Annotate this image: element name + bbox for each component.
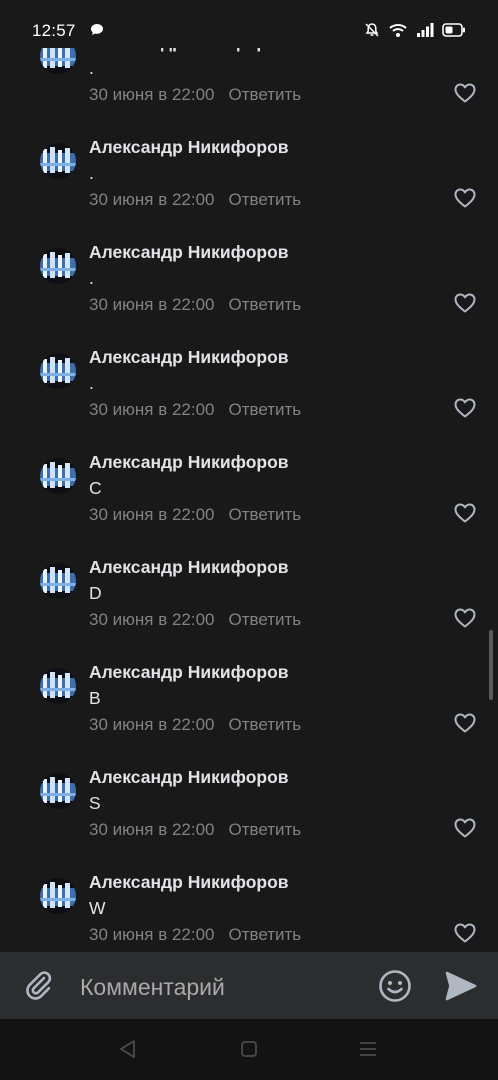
- bell-muted-icon: [364, 22, 380, 43]
- avatar[interactable]: [40, 248, 76, 284]
- comments-list[interactable]: Александр Никифоров . 30 июня в 22:00 Отв…: [0, 0, 498, 952]
- comment-meta: 30 июня в 22:00 Ответить: [89, 610, 301, 630]
- comment-text: D: [89, 583, 102, 603]
- comment-date: 30 июня в 22:00: [89, 715, 215, 734]
- comment-date: 30 июня в 22:00: [89, 295, 215, 314]
- screen: 12:57 Александр Никифоров . 30 июн: [0, 0, 498, 1080]
- comment-date: 30 июня в 22:00: [89, 400, 215, 419]
- chat-bubble-icon: [90, 23, 104, 41]
- comment-item: Александр Никифоров S 30 июня в 22:00 Отв…: [0, 767, 498, 878]
- like-heart-icon[interactable]: [454, 713, 476, 733]
- comment-meta: 30 июня в 22:00 Ответить: [89, 925, 301, 945]
- system-nav-bar: [0, 1019, 498, 1080]
- paperclip-icon[interactable]: [22, 968, 56, 1002]
- comment-text: W: [89, 898, 106, 918]
- comment-meta: 30 июня в 22:00 Ответить: [89, 190, 301, 210]
- comment-author[interactable]: Александр Никифоров: [89, 242, 289, 263]
- comment-author[interactable]: Александр Никифоров: [89, 662, 289, 683]
- avatar[interactable]: [40, 563, 76, 599]
- avatar[interactable]: [40, 143, 76, 179]
- comment-text: .: [89, 163, 94, 183]
- wifi-icon: [388, 22, 408, 43]
- comment-author[interactable]: Александр Никифоров: [89, 557, 289, 578]
- comment-meta: 30 июня в 22:00 Ответить: [89, 505, 301, 525]
- comment-meta: 30 июня в 22:00 Ответить: [89, 820, 301, 840]
- comment-meta: 30 июня в 22:00 Ответить: [89, 295, 301, 315]
- avatar[interactable]: [40, 773, 76, 809]
- comment-date: 30 июня в 22:00: [89, 925, 215, 944]
- comment-item: Александр Никифоров C 30 июня в 22:00 Отв…: [0, 452, 498, 563]
- like-heart-icon[interactable]: [454, 818, 476, 838]
- comment-item: Александр Никифоров . 30 июня в 22:00 Отв…: [0, 137, 498, 248]
- back-triangle-icon[interactable]: [118, 1039, 138, 1064]
- emoji-icon[interactable]: [378, 969, 412, 1003]
- reply-button[interactable]: Ответить: [229, 925, 302, 944]
- status-time: 12:57: [32, 21, 76, 40]
- comment-text: C: [89, 478, 102, 498]
- comment-date: 30 июня в 22:00: [89, 190, 215, 209]
- reply-button[interactable]: Ответить: [229, 400, 302, 419]
- reply-button[interactable]: Ответить: [229, 190, 302, 209]
- avatar[interactable]: [40, 458, 76, 494]
- comment-item: Александр Никифоров . 30 июня в 22:00 Отв…: [0, 347, 498, 458]
- comment-item: Александр Никифоров D 30 июня в 22:00 Отв…: [0, 557, 498, 668]
- comment-text: .: [89, 58, 94, 78]
- reply-button[interactable]: Ответить: [229, 505, 302, 524]
- status-bar: 12:57: [0, 0, 498, 48]
- send-icon[interactable]: [444, 970, 478, 1002]
- signal-icon: [416, 22, 434, 43]
- comment-item: Александр Никифоров W 30 июня в 22:00 Отв…: [0, 872, 498, 952]
- comment-meta: 30 июня в 22:00 Ответить: [89, 715, 301, 735]
- comment-text: .: [89, 268, 94, 288]
- like-heart-icon[interactable]: [454, 83, 476, 103]
- like-heart-icon[interactable]: [454, 188, 476, 208]
- comment-text: B: [89, 688, 101, 708]
- reply-button[interactable]: Ответить: [229, 295, 302, 314]
- like-heart-icon[interactable]: [454, 608, 476, 628]
- comment-text: S: [89, 793, 101, 813]
- like-heart-icon[interactable]: [454, 503, 476, 523]
- reply-button[interactable]: Ответить: [229, 820, 302, 839]
- comment-date: 30 июня в 22:00: [89, 610, 215, 629]
- avatar[interactable]: [40, 668, 76, 704]
- like-heart-icon[interactable]: [454, 923, 476, 943]
- comment-input[interactable]: [78, 966, 362, 1008]
- menu-lines-icon[interactable]: [358, 1041, 378, 1062]
- comment-author[interactable]: Александр Никифоров: [89, 872, 289, 893]
- comment-item: Александр Никифоров B 30 июня в 22:00 Отв…: [0, 662, 498, 773]
- scrollbar[interactable]: [489, 630, 493, 700]
- reply-button[interactable]: Ответить: [229, 715, 302, 734]
- comment-author[interactable]: Александр Никифоров: [89, 347, 289, 368]
- comment-meta: 30 июня в 22:00 Ответить: [89, 400, 301, 420]
- avatar[interactable]: [40, 353, 76, 389]
- comment-author[interactable]: Александр Никифоров: [89, 452, 289, 473]
- comment-date: 30 июня в 22:00: [89, 85, 215, 104]
- comment-author[interactable]: Александр Никифоров: [89, 137, 289, 158]
- reply-button[interactable]: Ответить: [229, 85, 302, 104]
- like-heart-icon[interactable]: [454, 293, 476, 313]
- comment-author[interactable]: Александр Никифоров: [89, 767, 289, 788]
- reply-button[interactable]: Ответить: [229, 610, 302, 629]
- comment-date: 30 июня в 22:00: [89, 505, 215, 524]
- comment-item: Александр Никифоров . 30 июня в 22:00 Отв…: [0, 242, 498, 353]
- comment-text: .: [89, 373, 94, 393]
- avatar[interactable]: [40, 878, 76, 914]
- comment-date: 30 июня в 22:00: [89, 820, 215, 839]
- like-heart-icon[interactable]: [454, 398, 476, 418]
- comment-meta: 30 июня в 22:00 Ответить: [89, 85, 301, 105]
- comment-input-bar: [0, 952, 498, 1019]
- battery-icon: [442, 23, 466, 42]
- comment-item: Александр Никифоров . 30 июня в 22:00Отв…: [0, 32, 498, 143]
- home-square-icon[interactable]: [240, 1040, 258, 1063]
